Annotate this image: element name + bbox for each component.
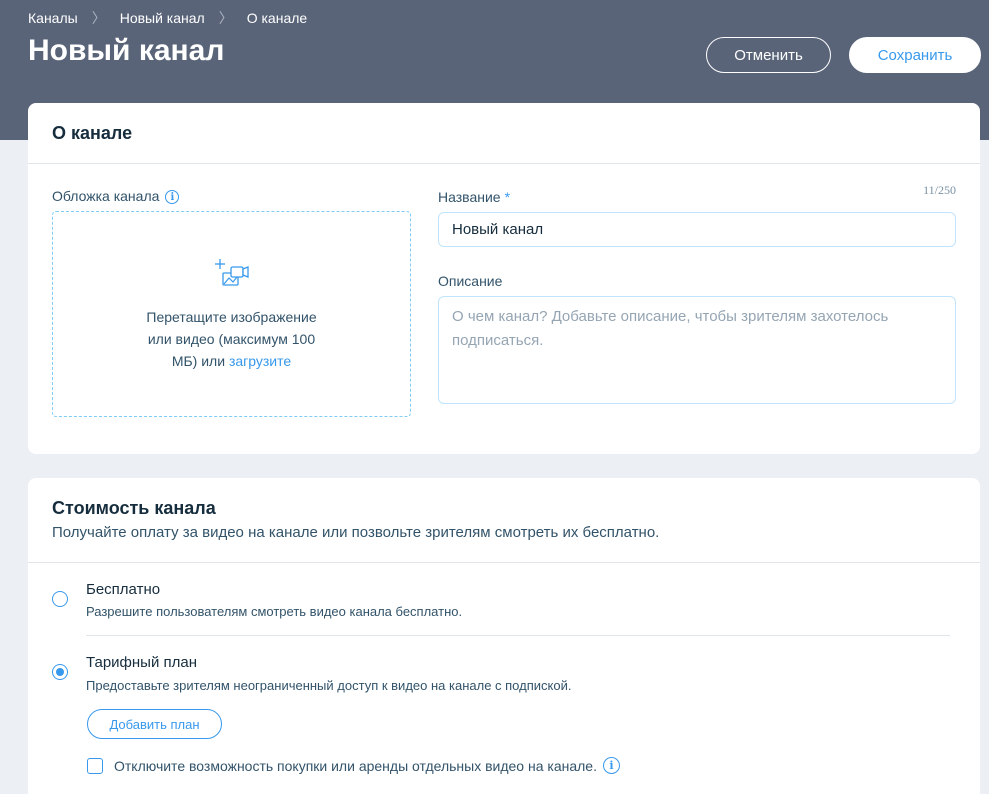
disable-purchase-label: Отключите возможность покупки или аренды… [114, 757, 620, 774]
name-label-text: Название [438, 189, 501, 205]
breadcrumb-item-new-channel[interactable]: Новый канал [120, 10, 205, 26]
info-icon[interactable]: i [165, 190, 180, 205]
radio-plan[interactable] [52, 664, 68, 680]
description-label: Описание [438, 273, 503, 289]
pricing-card-title: Стоимость канала [52, 498, 216, 518]
options-divider [86, 635, 950, 636]
name-input[interactable]: Новый канал [438, 212, 956, 247]
breadcrumb-item-about: О канале [246, 10, 308, 26]
save-button[interactable]: Сохранить [849, 37, 981, 73]
disable-purchase-text: Отключите возможность покупки или аренды… [114, 757, 597, 774]
cover-label-text: Обложка канала [52, 188, 160, 204]
page-title: Новый канал [28, 34, 225, 67]
breadcrumb-item-channels[interactable]: Каналы [28, 10, 78, 26]
cover-dropzone[interactable]: Перетащите изображение или видео (максим… [52, 211, 411, 417]
pricing-card-subtitle: Получайте оплату за видео на канале или … [52, 524, 660, 541]
disable-purchase-checkbox[interactable] [87, 758, 103, 774]
chevron-right-icon: 〉 [218, 10, 233, 26]
radio-free[interactable] [52, 591, 68, 607]
option-free-description: Разрешите пользователям смотреть видео к… [86, 604, 463, 619]
name-label: Название * [438, 189, 510, 205]
add-plan-button[interactable]: Добавить план [87, 709, 222, 739]
about-card: О канале Обложка канала i Перетащите изоб… [28, 103, 980, 454]
chevron-right-icon: 〉 [91, 10, 106, 26]
add-media-icon [212, 257, 252, 296]
option-plan-description: Предоставьте зрителям неограниченный дос… [86, 678, 572, 693]
option-plan-title: Тарифный план [86, 654, 198, 671]
info-icon[interactable]: i [602, 757, 620, 774]
name-char-counter: 11/250 [923, 183, 956, 197]
upload-link[interactable]: загрузите [229, 353, 291, 369]
option-free-title: Бесплатно [86, 581, 161, 598]
about-card-divider [28, 163, 980, 164]
required-marker: * [504, 189, 511, 205]
about-card-title: О канале [52, 123, 133, 143]
cancel-button[interactable]: Отменить [706, 37, 831, 73]
pricing-card-divider [28, 562, 980, 563]
cover-label: Обложка канала i [52, 188, 180, 205]
breadcrumb: Каналы 〉 Новый канал 〉 О канале [28, 8, 307, 28]
pricing-card: Стоимость канала Получайте оплату за вид… [28, 478, 980, 794]
dropzone-text: Перетащите изображение или видео (максим… [137, 306, 327, 372]
description-textarea[interactable]: О чем канал? Добавьте описание, чтобы зр… [438, 296, 956, 404]
